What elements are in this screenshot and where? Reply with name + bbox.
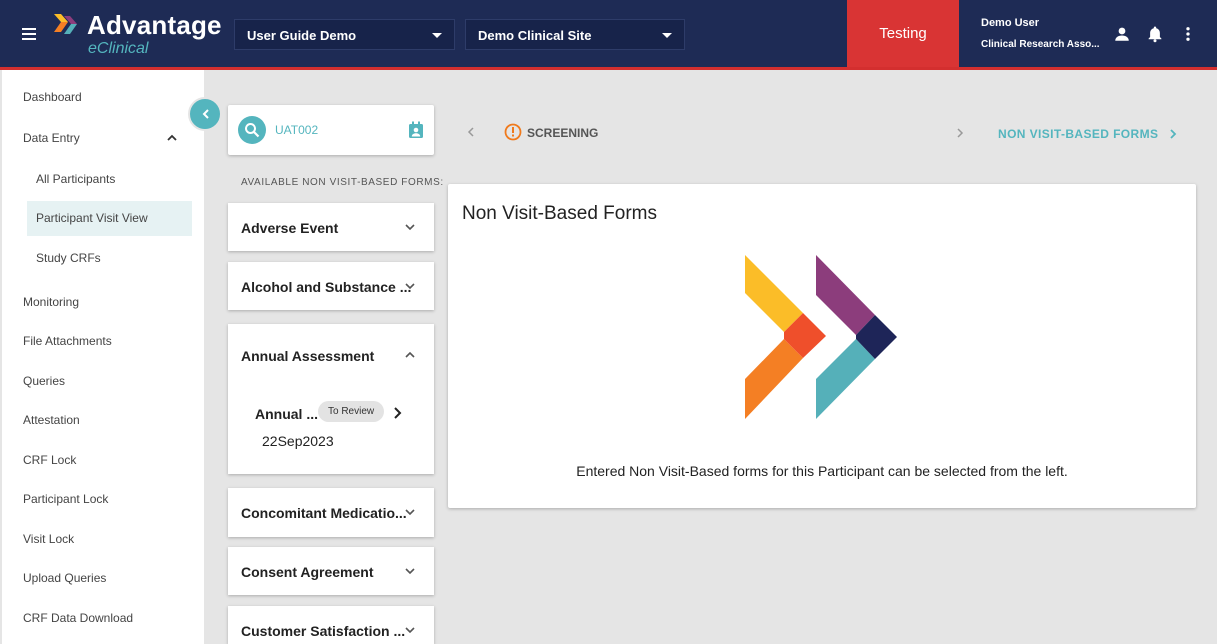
- next-visit-chevron-icon[interactable]: [955, 127, 965, 139]
- chevron-down-icon: [405, 568, 415, 575]
- form-accordion-title: Annual Assessment: [241, 348, 375, 364]
- form-accordion-title: Adverse Event: [241, 220, 339, 236]
- sidebar-item-crf-data-download[interactable]: CRF Data Download: [23, 611, 133, 625]
- sidebar-item-dashboard[interactable]: Dashboard: [23, 90, 82, 104]
- sidebar-item-data-entry[interactable]: Data Entry: [23, 131, 80, 145]
- form-entry-date: 22Sep2023: [262, 433, 334, 449]
- form-accordion-title: Consent Agreement: [241, 564, 374, 580]
- chevron-down-icon: [405, 283, 415, 290]
- site-select[interactable]: Demo Clinical Site: [465, 19, 685, 50]
- sidebar-item-participant-visit-view[interactable]: Participant Visit View: [36, 211, 148, 225]
- sidebar-item-queries[interactable]: Queries: [23, 374, 65, 388]
- sidebar-item-monitoring[interactable]: Monitoring: [23, 295, 79, 309]
- form-entry-name[interactable]: Annual ...: [255, 406, 318, 422]
- chevron-down-icon: [405, 224, 415, 231]
- sidebar-item-visit-lock[interactable]: Visit Lock: [23, 532, 74, 546]
- sidebar-item-participant-lock[interactable]: Participant Lock: [23, 492, 108, 506]
- form-accordion-title: Concomitant Medicatio...: [241, 505, 407, 521]
- app-subtitle: eClinical: [88, 40, 149, 57]
- study-select[interactable]: User Guide Demo: [234, 19, 455, 50]
- sidebar-item-crf-lock[interactable]: CRF Lock: [23, 453, 76, 467]
- non-visit-based-forms-link[interactable]: NON VISIT-BASED FORMS: [998, 127, 1158, 141]
- menu-icon[interactable]: [22, 28, 36, 40]
- sidebar-item-study-crfs[interactable]: Study CRFs: [36, 251, 101, 265]
- logo-mark-icon: [54, 14, 77, 34]
- environment-badge: Testing: [847, 0, 959, 67]
- chevron-left-icon: [202, 109, 209, 119]
- form-accordion-alcohol-substance[interactable]: Alcohol and Substance ...: [228, 262, 434, 310]
- site-select-value: Demo Clinical Site: [478, 28, 592, 43]
- advantage-logo-icon: [745, 255, 897, 419]
- app-name: Advantage: [87, 10, 222, 40]
- previous-visit-chevron-icon[interactable]: [466, 126, 476, 138]
- chevron-right-icon[interactable]: [392, 407, 402, 419]
- top-app-bar: Advantage eClinical User Guide Demo Demo…: [0, 0, 1217, 70]
- chevron-down-icon: [405, 509, 415, 516]
- status-badge: To Review: [318, 401, 385, 422]
- form-accordion-annual-assessment[interactable]: Annual Assessment Annual ... To Review 2…: [228, 324, 434, 474]
- search-button[interactable]: [238, 116, 266, 144]
- sidebar-item-attestation[interactable]: Attestation: [23, 413, 80, 427]
- participant-calendar-icon[interactable]: [408, 121, 424, 139]
- chevron-down-icon: [405, 627, 415, 634]
- form-accordion-title: Customer Satisfaction ...: [241, 623, 406, 639]
- participant-search-card: UAT002: [228, 105, 434, 155]
- bell-icon[interactable]: [1146, 25, 1164, 43]
- form-accordion-customer-satisfaction[interactable]: Customer Satisfaction ...: [228, 606, 434, 644]
- chevron-up-icon: [405, 351, 415, 358]
- search-icon: [245, 123, 260, 138]
- sidebar-item-file-attachments[interactable]: File Attachments: [23, 334, 112, 348]
- more-vert-icon[interactable]: [1179, 25, 1197, 43]
- form-accordion-title: Alcohol and Substance ...: [241, 279, 412, 295]
- chevron-right-icon[interactable]: [1168, 128, 1178, 140]
- collapse-sidebar-button[interactable]: [188, 97, 222, 131]
- sidebar-item-all-participants[interactable]: All Participants: [36, 172, 115, 186]
- chevron-down-icon: [662, 33, 672, 38]
- sidebar: Dashboard Data Entry All Participants Pa…: [2, 70, 204, 644]
- panel-title: Non Visit-Based Forms: [462, 203, 657, 224]
- current-visit-name[interactable]: SCREENING: [527, 126, 598, 140]
- participant-id[interactable]: UAT002: [275, 123, 318, 137]
- available-forms-label: AVAILABLE NON VISIT-BASED FORMS:: [241, 177, 444, 188]
- study-select-value: User Guide Demo: [247, 28, 357, 43]
- form-accordion-adverse-event[interactable]: Adverse Event: [228, 203, 434, 251]
- chevron-down-icon: [432, 33, 442, 38]
- non-visit-forms-panel: Non Visit-Based Forms Entered Non Visit-…: [448, 184, 1196, 508]
- user-role: Clinical Research Asso...: [981, 39, 1100, 50]
- form-accordion-consent-agreement[interactable]: Consent Agreement: [228, 547, 434, 595]
- form-accordion-concomitant-medication[interactable]: Concomitant Medicatio...: [228, 488, 434, 537]
- panel-message: Entered Non Visit-Based forms for this P…: [576, 463, 1068, 479]
- person-icon[interactable]: [1113, 25, 1131, 43]
- chevron-up-icon[interactable]: [166, 132, 178, 144]
- sidebar-item-upload-queries[interactable]: Upload Queries: [23, 571, 106, 585]
- warning-icon: [504, 123, 522, 141]
- user-name: Demo User: [981, 17, 1040, 29]
